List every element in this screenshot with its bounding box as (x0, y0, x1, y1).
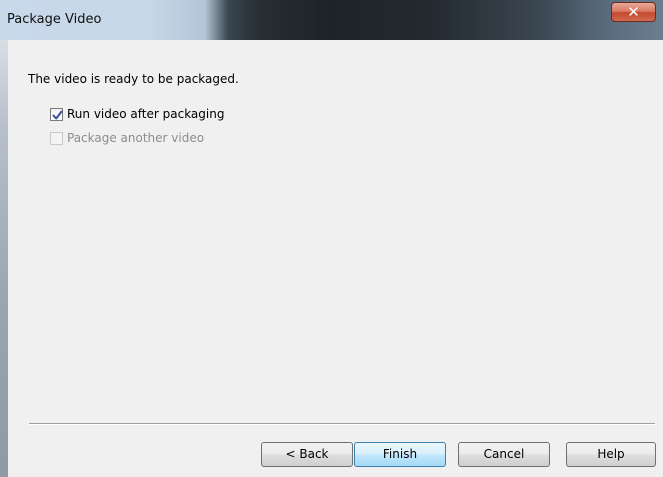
title-bar[interactable]: Package Video ✕ (0, 0, 663, 40)
footer-separator (29, 423, 655, 425)
window-title: Package Video (7, 12, 102, 27)
finish-button[interactable]: Finish (354, 442, 446, 467)
run-video-label: Run video after packaging (67, 107, 225, 121)
package-another-checkbox (50, 132, 63, 145)
run-video-checkbox[interactable] (50, 108, 63, 121)
help-button[interactable]: Help (566, 442, 656, 467)
package-video-dialog: Package Video ✕ The video is ready to be… (0, 0, 663, 477)
window-frame-left (0, 40, 8, 477)
back-button[interactable]: < Back (261, 442, 353, 467)
dialog-body (8, 40, 663, 477)
close-icon: ✕ (627, 3, 640, 21)
checkmark-icon (52, 110, 63, 120)
status-message: The video is ready to be packaged. (28, 72, 239, 86)
cancel-button[interactable]: Cancel (458, 442, 550, 467)
package-another-label: Package another video (67, 131, 205, 145)
close-button[interactable]: ✕ (611, 2, 656, 22)
